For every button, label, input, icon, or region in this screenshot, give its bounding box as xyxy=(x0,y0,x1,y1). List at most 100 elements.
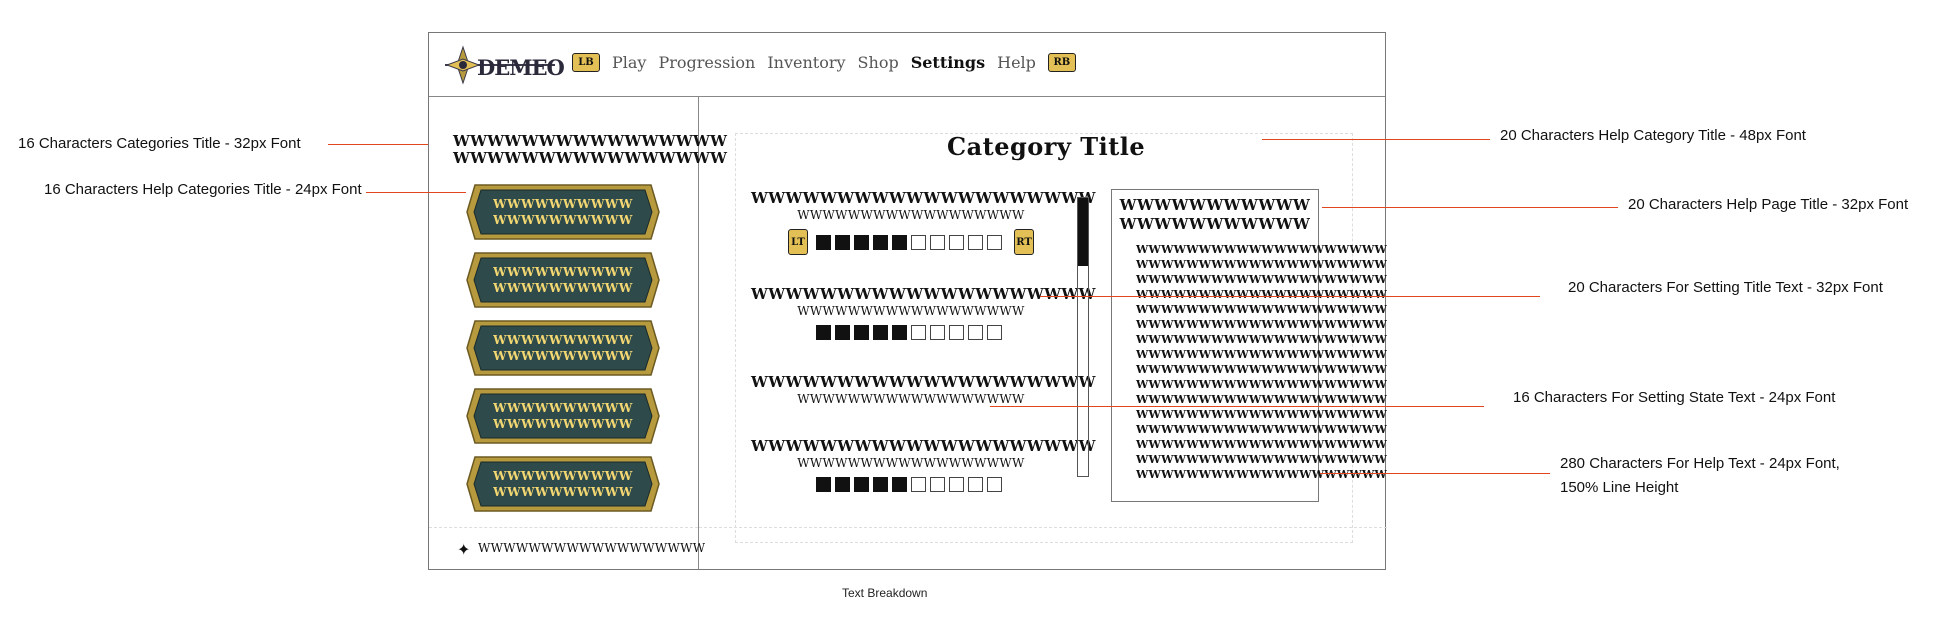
annotation-setting-state: 16 Characters For Setting State Text - 2… xyxy=(1513,389,1836,406)
slider-step-empty[interactable] xyxy=(987,325,1002,340)
help-text-line: WWWWWWWWWWWWWWWWWWWW xyxy=(1136,423,1388,436)
help-text-line: WWWWWWWWWWWWWWWWWWWW xyxy=(1136,438,1388,451)
sidebar-footer: ✦ WWWWWWWWWWWWWWWWWW xyxy=(429,527,705,568)
annotation-line-help-cat xyxy=(366,192,466,193)
annotation-line-setting-title xyxy=(1040,296,1540,297)
setting-row-4[interactable]: WWWWWWWWWWWWWWWWWWWW WWWWWWWWWWWWWWWWWW xyxy=(751,437,1096,492)
slider-step-empty[interactable] xyxy=(949,477,964,492)
category-button-2[interactable]: WWWWWWWWWW WWWWWWWWWW xyxy=(465,251,661,309)
slider-step-filled[interactable] xyxy=(873,325,888,340)
slider-step-filled[interactable] xyxy=(892,477,907,492)
slider-step-empty[interactable] xyxy=(911,477,926,492)
category-button-line-1: WWWWWWWWWW xyxy=(493,333,633,347)
slider-step-filled[interactable] xyxy=(873,234,888,250)
category-button-line-1: WWWWWWWWWW xyxy=(493,197,633,211)
slider-step-filled[interactable] xyxy=(854,234,869,250)
rb-button-icon[interactable]: RB xyxy=(1047,53,1076,72)
nav-inventory[interactable]: Inventory xyxy=(767,53,845,72)
slider-step-filled[interactable] xyxy=(892,234,907,250)
category-button-line-1: WWWWWWWWWW xyxy=(493,469,633,483)
nav-play[interactable]: Play xyxy=(612,53,646,72)
help-text-line: WWWWWWWWWWWWWWWWWWWW xyxy=(1136,408,1388,421)
nav-settings[interactable]: Settings xyxy=(911,53,985,72)
slider-step-filled[interactable] xyxy=(854,477,869,492)
slider-step-empty[interactable] xyxy=(968,234,983,250)
annotation-line-help-text xyxy=(1320,473,1550,474)
rt-button-icon[interactable]: RT xyxy=(1014,229,1034,255)
category-button-line-2: WWWWWWWWWW xyxy=(493,485,633,499)
setting-title: WWWWWWWWWWWWWWWWWWWW xyxy=(751,373,1096,391)
slider-step-empty[interactable] xyxy=(949,325,964,340)
slider-step-filled[interactable] xyxy=(816,477,831,492)
slider-step-empty[interactable] xyxy=(949,234,964,250)
annotation-line-setting-state xyxy=(990,406,1484,407)
help-text-line: WWWWWWWWWWWWWWWWWWWW xyxy=(1136,303,1388,316)
nav-help[interactable]: Help xyxy=(997,53,1036,72)
settings-scrollbar[interactable] xyxy=(1077,197,1089,477)
main-nav: LB Play Progression Inventory Shop Setti… xyxy=(572,53,1076,72)
slider-step-filled[interactable] xyxy=(835,325,850,340)
setting-title: WWWWWWWWWWWWWWWWWWWW xyxy=(751,189,1096,207)
slider-step-empty[interactable] xyxy=(968,325,983,340)
slider-step-empty[interactable] xyxy=(987,477,1002,492)
categories-title-line-2: WWWWWWWWWWWWWWWW xyxy=(453,149,728,167)
setting-state: WWWWWWWWWWWWWWWWWW xyxy=(797,456,1025,470)
category-button-label: WWWWWWWWWW WWWWWWWWWW xyxy=(465,196,661,228)
category-button-line-2: WWWWWWWWWW xyxy=(493,281,633,295)
category-button-line-1: WWWWWWWWWW xyxy=(493,265,633,279)
category-button-line-2: WWWWWWWWWW xyxy=(493,349,633,363)
slider-step-filled[interactable] xyxy=(873,477,888,492)
slider-step-empty[interactable] xyxy=(930,477,945,492)
slider-step-filled[interactable] xyxy=(816,325,831,340)
nav-shop[interactable]: Shop xyxy=(858,53,899,72)
category-button-line-2: WWWWWWWWWW xyxy=(493,213,633,227)
annotation-line-cat-title xyxy=(328,144,428,145)
setting-state: WWWWWWWWWWWWWWWWWW xyxy=(797,208,1025,222)
categories-title: WWWWWWWWWWWWWWWW WWWWWWWWWWWWWWWW xyxy=(453,133,728,167)
annotation-line-help-page-title xyxy=(1322,207,1618,208)
category-button-label: WWWWWWWWWW WWWWWWWWWW xyxy=(465,332,661,364)
slider-step-empty[interactable] xyxy=(987,234,1002,250)
logo-text: DEMEO xyxy=(477,55,565,80)
slider-step-empty[interactable] xyxy=(930,234,945,250)
setting-title: WWWWWWWWWWWWWWWWWWWW xyxy=(751,437,1096,455)
lb-button-icon[interactable]: LB xyxy=(572,53,600,72)
category-button-label: WWWWWWWWWW WWWWWWWWWW xyxy=(465,468,661,500)
ui-frame: DEMEO LB Play Progression Inventory Shop… xyxy=(428,32,1388,570)
setting-slider[interactable]: LT RT xyxy=(751,229,1071,255)
slider-step-filled[interactable] xyxy=(892,325,907,340)
category-button-line-1: WWWWWWWWWW xyxy=(493,401,633,415)
slider-step-empty[interactable] xyxy=(930,325,945,340)
category-button-1[interactable]: WWWWWWWWWW WWWWWWWWWW xyxy=(465,183,661,241)
slider-step-filled[interactable] xyxy=(835,477,850,492)
slider-step-empty[interactable] xyxy=(968,477,983,492)
slider-step-empty[interactable] xyxy=(911,325,926,340)
figure-caption: Text Breakdown xyxy=(842,586,928,600)
setting-state: WWWWWWWWWWWWWWWWWW xyxy=(797,304,1025,318)
category-button-4[interactable]: WWWWWWWWWW WWWWWWWWWW xyxy=(465,387,661,445)
setting-state: WWWWWWWWWWWWWWWWWW xyxy=(797,392,1025,406)
setting-row-2[interactable]: WWWWWWWWWWWWWWWWWWWW WWWWWWWWWWWWWWWWWW xyxy=(751,285,1096,340)
help-title-line-1: WWWWWWWWWWW xyxy=(1119,196,1311,214)
help-text-line: WWWWWWWWWWWWWWWWWWWW xyxy=(1136,453,1388,466)
slider-step-empty[interactable] xyxy=(911,234,926,250)
setting-row-1[interactable]: WWWWWWWWWWWWWWWWWWWW WWWWWWWWWWWWWWWWWW … xyxy=(751,189,1096,255)
slider-step-filled[interactable] xyxy=(816,234,831,250)
slider-step-filled[interactable] xyxy=(835,234,850,250)
setting-slider[interactable] xyxy=(751,325,1071,340)
help-text-line: WWWWWWWWWWWWWWWWWWWW xyxy=(1136,378,1388,391)
help-text-line: WWWWWWWWWWWWWWWWWWWW xyxy=(1136,363,1388,376)
category-button-label: WWWWWWWWWW WWWWWWWWWW xyxy=(465,264,661,296)
slider-step-filled[interactable] xyxy=(854,325,869,340)
category-button-3[interactable]: WWWWWWWWWW WWWWWWWWWW xyxy=(465,319,661,377)
nav-progression[interactable]: Progression xyxy=(658,53,755,72)
lt-button-icon[interactable]: LT xyxy=(788,229,808,255)
main-footer-divider xyxy=(699,527,1387,528)
scrollbar-thumb[interactable] xyxy=(1078,198,1088,266)
help-text: WWWWWWWWWWWWWWWWWWWW WWWWWWWWWWWWWWWWWWW… xyxy=(1136,242,1388,482)
help-panel: WWWWWWWWWWW WWWWWWWWWWW WWWWWWWWWWWWWWWW… xyxy=(1111,189,1388,502)
category-button-5[interactable]: WWWWWWWWWW WWWWWWWWWW xyxy=(465,455,661,513)
setting-row-3[interactable]: WWWWWWWWWWWWWWWWWWWW WWWWWWWWWWWWWWWWWW xyxy=(751,373,1096,407)
setting-slider[interactable] xyxy=(751,477,1071,492)
help-page-title: WWWWWWWWWWW WWWWWWWWWWW xyxy=(1112,196,1318,234)
